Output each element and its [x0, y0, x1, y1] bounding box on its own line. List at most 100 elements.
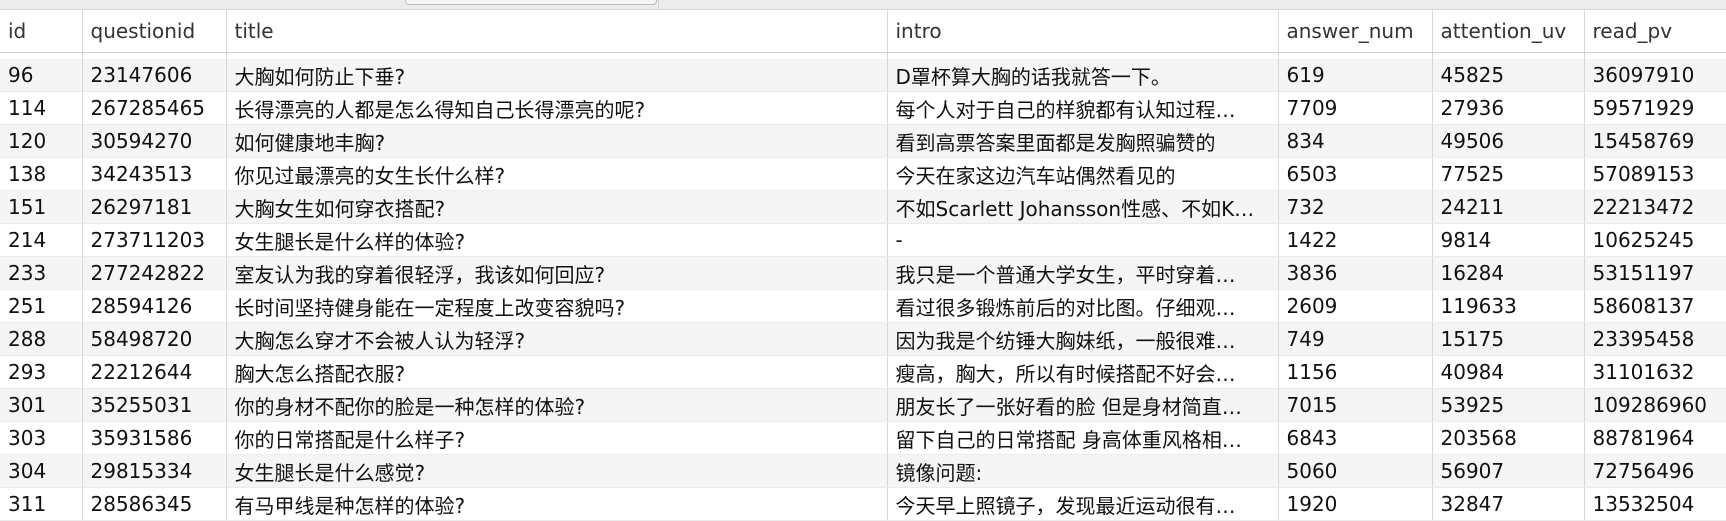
cell-questionid[interactable]: 34243513 — [82, 157, 227, 191]
cell-title[interactable]: 大胸如何防止下垂? — [226, 59, 888, 92]
cell-questionid[interactable]: 58498720 — [82, 322, 227, 356]
cell-intro[interactable]: 每个人对于自己的样貌都有认知过程… — [887, 91, 1279, 125]
cell-intro[interactable]: 留下自己的日常搭配 身高体重风格相… — [887, 421, 1279, 455]
table-row[interactable]: 303 35931586 你的日常搭配是什么样子? 留下自己的日常搭配 身高体重风格相… — [0, 421, 1726, 455]
cell-id[interactable]: 120 — [0, 124, 83, 158]
cell-attention-uv[interactable]: 56907 — [1432, 454, 1585, 488]
cell-read-pv[interactable]: 10625245 — [1584, 223, 1726, 257]
cell-attention-uv[interactable]: 45825 — [1432, 59, 1585, 92]
cell-intro[interactable]: 不如Scarlett Johansson性感、不如K… — [887, 190, 1279, 224]
cell-attention-uv[interactable]: 15175 — [1432, 322, 1585, 356]
cell-intro[interactable]: 瘦高，胸大，所以有时候搭配不好会… — [887, 355, 1279, 389]
cell-title[interactable]: 胸大怎么搭配衣服? — [226, 355, 888, 389]
table-row[interactable]: 288 58498720 大胸怎么穿才不会被人认为轻浮? 因为我是个纺锤大胸妹纸，一般… — [0, 322, 1726, 356]
cell-title[interactable]: 大胸女生如何穿衣搭配? — [226, 190, 888, 224]
table-row[interactable]: 114 267285465 长得漂亮的人都是怎么得知自己长得漂亮的呢? 每个人对于自己… — [0, 91, 1726, 125]
table-row[interactable]: 96 23147606 大胸如何防止下垂? D罩杯算大胸的话我就答一下。 619 4582… — [0, 59, 1726, 92]
cell-id[interactable]: 304 — [0, 454, 83, 488]
cell-attention-uv[interactable]: 77525 — [1432, 157, 1585, 191]
cell-id[interactable]: 214 — [0, 223, 83, 257]
cell-questionid[interactable]: 23147606 — [82, 59, 227, 92]
cell-title[interactable]: 长时间坚持健身能在一定程度上改变容貌吗? — [226, 289, 888, 323]
cell-id[interactable]: 303 — [0, 421, 83, 455]
cell-questionid[interactable]: 30594270 — [82, 124, 227, 158]
cell-read-pv[interactable]: 57089153 — [1584, 157, 1726, 191]
cell-read-pv[interactable]: 31101632 — [1584, 355, 1726, 389]
cell-answer-num[interactable]: 732 — [1278, 190, 1433, 224]
cell-intro[interactable]: 我只是一个普通大学女生，平时穿着… — [887, 256, 1279, 290]
table-row[interactable]: 233 277242822 室友认为我的穿着很轻浮，我该如何回应? 我只是一个普通大学… — [0, 256, 1726, 290]
cell-read-pv[interactable]: 58608137 — [1584, 289, 1726, 323]
cell-read-pv[interactable]: 36097910 — [1584, 59, 1726, 92]
cell-answer-num[interactable]: 6843 — [1278, 421, 1433, 455]
cell-id[interactable]: 311 — [0, 487, 83, 521]
column-header-attention-uv[interactable]: attention_uv — [1432, 10, 1585, 53]
cell-id[interactable]: 251 — [0, 289, 83, 323]
cell-title[interactable]: 你的日常搭配是什么样子? — [226, 421, 888, 455]
cell-read-pv[interactable]: 88781964 — [1584, 421, 1726, 455]
cell-intro[interactable]: - — [887, 223, 1279, 257]
cell-attention-uv[interactable]: 53925 — [1432, 388, 1585, 422]
cell-title[interactable]: 长得漂亮的人都是怎么得知自己长得漂亮的呢? — [226, 91, 888, 125]
cell-answer-num[interactable]: 1156 — [1278, 355, 1433, 389]
cell-read-pv[interactable]: 59571929 — [1584, 91, 1726, 125]
cell-answer-num[interactable]: 5060 — [1278, 454, 1433, 488]
cell-answer-num[interactable]: 7709 — [1278, 91, 1433, 125]
cell-answer-num[interactable]: 3836 — [1278, 256, 1433, 290]
cell-read-pv[interactable]: 13532504 — [1584, 487, 1726, 521]
cell-attention-uv[interactable]: 119633 — [1432, 289, 1585, 323]
cell-title[interactable]: 女生腿长是什么样的体验? — [226, 223, 888, 257]
cell-intro[interactable]: D罩杯算大胸的话我就答一下。 — [887, 59, 1279, 92]
toolbar-tab-edge[interactable] — [405, 0, 657, 5]
cell-questionid[interactable]: 29815334 — [82, 454, 227, 488]
cell-questionid[interactable]: 22212644 — [82, 355, 227, 389]
cell-answer-num[interactable]: 1422 — [1278, 223, 1433, 257]
cell-title[interactable]: 你的身材不配你的脸是一种怎样的体验? — [226, 388, 888, 422]
table-row[interactable]: 304 29815334 女生腿长是什么感觉? 镜像问题: 5060 56907 72756… — [0, 454, 1726, 488]
cell-read-pv[interactable]: 109286960 — [1584, 388, 1726, 422]
cell-attention-uv[interactable]: 27936 — [1432, 91, 1585, 125]
cell-questionid[interactable]: 35255031 — [82, 388, 227, 422]
cell-id[interactable]: 301 — [0, 388, 83, 422]
cell-id[interactable]: 293 — [0, 355, 83, 389]
cell-id[interactable]: 233 — [0, 256, 83, 290]
table-row[interactable]: 138 34243513 你见过最漂亮的女生长什么样? 今天在家这边汽车站偶然看见的 6… — [0, 157, 1726, 191]
cell-attention-uv[interactable]: 24211 — [1432, 190, 1585, 224]
column-header-read-pv[interactable]: read_pv — [1584, 10, 1726, 53]
cell-answer-num[interactable]: 749 — [1278, 322, 1433, 356]
cell-id[interactable]: 96 — [0, 59, 83, 92]
cell-intro[interactable]: 因为我是个纺锤大胸妹纸，一般很难… — [887, 322, 1279, 356]
cell-id[interactable]: 138 — [0, 157, 83, 191]
cell-id[interactable]: 114 — [0, 91, 83, 125]
cell-attention-uv[interactable]: 40984 — [1432, 355, 1585, 389]
column-header-intro[interactable]: intro — [887, 10, 1279, 53]
cell-read-pv[interactable]: 53151197 — [1584, 256, 1726, 290]
cell-questionid[interactable]: 267285465 — [82, 91, 227, 125]
cell-attention-uv[interactable]: 49506 — [1432, 124, 1585, 158]
cell-intro[interactable]: 今天在家这边汽车站偶然看见的 — [887, 157, 1279, 191]
cell-title[interactable]: 你见过最漂亮的女生长什么样? — [226, 157, 888, 191]
cell-answer-num[interactable]: 6503 — [1278, 157, 1433, 191]
cell-read-pv[interactable]: 22213472 — [1584, 190, 1726, 224]
cell-title[interactable]: 女生腿长是什么感觉? — [226, 454, 888, 488]
cell-attention-uv[interactable]: 32847 — [1432, 487, 1585, 521]
cell-answer-num[interactable]: 2609 — [1278, 289, 1433, 323]
cell-answer-num[interactable]: 834 — [1278, 124, 1433, 158]
table-row[interactable]: 251 28594126 长时间坚持健身能在一定程度上改变容貌吗? 看过很多锻炼前后的… — [0, 289, 1726, 323]
table-row[interactable]: 301 35255031 你的身材不配你的脸是一种怎样的体验? 朋友长了一张好看的脸 … — [0, 388, 1726, 422]
cell-answer-num[interactable]: 1920 — [1278, 487, 1433, 521]
column-header-questionid[interactable]: questionid — [82, 10, 227, 53]
cell-questionid[interactable]: 28586345 — [82, 487, 227, 521]
table-row[interactable]: 311 28586345 有马甲线是种怎样的体验? 今天早上照镜子，发现最近运动很有…… — [0, 487, 1726, 521]
cell-attention-uv[interactable]: 9814 — [1432, 223, 1585, 257]
cell-intro[interactable]: 看过很多锻炼前后的对比图。仔细观… — [887, 289, 1279, 323]
cell-read-pv[interactable]: 72756496 — [1584, 454, 1726, 488]
cell-attention-uv[interactable]: 16284 — [1432, 256, 1585, 290]
cell-answer-num[interactable]: 7015 — [1278, 388, 1433, 422]
table-row[interactable]: 151 26297181 大胸女生如何穿衣搭配? 不如Scarlett Johanss… — [0, 190, 1726, 224]
cell-intro[interactable]: 镜像问题: — [887, 454, 1279, 488]
cell-intro[interactable]: 看到高票答案里面都是发胸照骗赞的 — [887, 124, 1279, 158]
cell-title[interactable]: 有马甲线是种怎样的体验? — [226, 487, 888, 521]
cell-read-pv[interactable]: 15458769 — [1584, 124, 1726, 158]
table-row[interactable]: 293 22212644 胸大怎么搭配衣服? 瘦高，胸大，所以有时候搭配不好会… 115… — [0, 355, 1726, 389]
